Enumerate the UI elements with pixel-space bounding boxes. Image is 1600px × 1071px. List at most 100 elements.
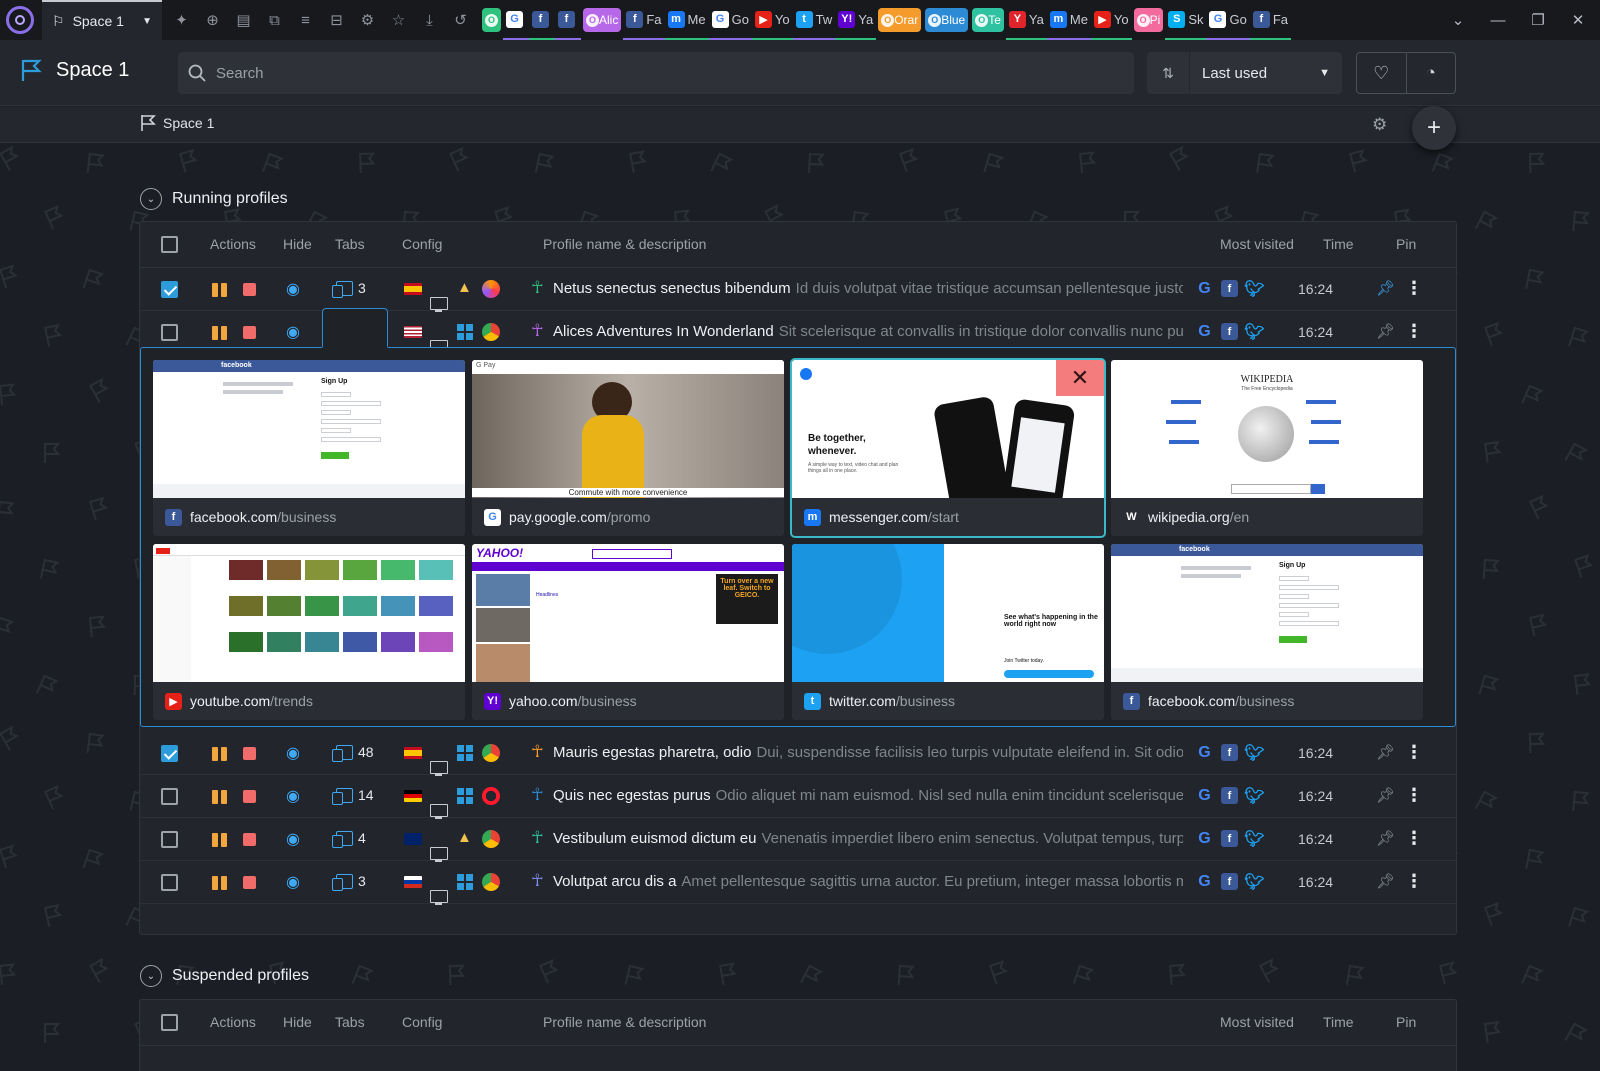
browser-tab-chip[interactable]: ▶ Yo — [1090, 0, 1132, 40]
database-icon[interactable]: ≡ — [290, 0, 321, 40]
tab-preview-card[interactable]: facebook Sign Up f facebook.com/business — [1111, 544, 1423, 720]
twitter-icon[interactable]: 🐦︎ — [1244, 280, 1264, 298]
stop-button[interactable] — [243, 790, 256, 803]
tab-preview-card[interactable]: YAHOO! Headlines Turn over a new leaf. Swi… — [472, 544, 784, 720]
facebook-icon[interactable]: f — [1221, 280, 1238, 297]
terminal-icon[interactable]: ▤ — [228, 0, 259, 40]
row-checkbox[interactable] — [161, 788, 178, 808]
suspended-profiles-header[interactable]: ⌄ Suspended profiles — [140, 965, 309, 987]
facebook-icon[interactable]: f — [1221, 830, 1238, 847]
add-profile-button[interactable]: + — [1412, 106, 1456, 150]
tab-overflow-chevron-icon[interactable]: ⌄ — [1438, 0, 1478, 40]
more-options-icon[interactable]: ⋮ — [1405, 871, 1423, 892]
space-settings-gear-icon[interactable]: ⚙ — [1372, 115, 1387, 135]
browser-tab-chip[interactable]: G — [503, 0, 529, 40]
tab-preview-card[interactable]: WIKIPEDIA The Free Encyclopedia Wwikipedia… — [1111, 360, 1423, 536]
browser-tab-chip[interactable]: m Me — [1046, 0, 1091, 40]
row-checkbox[interactable] — [161, 745, 178, 765]
browser-tab-chip[interactable]: S Sk — [1165, 0, 1207, 40]
browser-tab-chip[interactable]: Y! Ya — [835, 0, 877, 40]
tabs-count-button[interactable]: 48 — [332, 744, 374, 762]
eye-icon[interactable]: ◉ — [286, 829, 300, 849]
twitter-icon[interactable]: 🐦︎ — [1244, 323, 1264, 341]
sort-direction-button[interactable]: ⇅ — [1147, 52, 1189, 94]
profile-row[interactable]: ◉ 3 ☥ Volutpat arcu dis a Amet pellentesque … — [140, 861, 1456, 905]
twitter-icon[interactable]: 🐦︎ — [1244, 787, 1264, 805]
pause-button[interactable] — [212, 747, 228, 761]
profile-name[interactable]: Alices Adventures In Wonderland Sit scele… — [553, 323, 1183, 340]
google-icon[interactable]: G — [1196, 744, 1213, 761]
download-icon[interactable]: ⤓ — [414, 0, 445, 40]
pause-button[interactable] — [212, 283, 228, 297]
browser-tab-chip[interactable]: f — [555, 0, 581, 40]
facebook-icon[interactable]: f — [1221, 744, 1238, 761]
browser-tab-chip[interactable]: O — [482, 8, 501, 32]
add-profile-icon[interactable]: ⊕ — [197, 0, 228, 40]
stop-button[interactable] — [243, 747, 256, 760]
browser-tab-chip[interactable]: f — [529, 0, 555, 40]
eye-icon[interactable]: ◉ — [286, 872, 300, 892]
tab-preview-card[interactable]: See what's happening in the world right … — [792, 544, 1104, 720]
browser-tab-chip[interactable]: O Orar — [878, 8, 922, 32]
running-profiles-header[interactable]: ⌄ Running profiles — [140, 188, 288, 210]
row-checkbox[interactable] — [161, 324, 178, 344]
profile-name[interactable]: Mauris egestas pharetra, odio Dui, suspen… — [553, 744, 1183, 761]
profile-row[interactable]: ◉ 4 ▲ ☥ Vestibulum euismod dictum eu Venenati… — [140, 818, 1456, 862]
chevron-down-icon[interactable]: ⌄ — [140, 965, 162, 987]
book-icon[interactable]: ⊟ — [321, 0, 352, 40]
browser-tab-chip[interactable]: f Fa — [1249, 0, 1291, 40]
tab-preview-card[interactable]: Be together, whenever. A simple way to te… — [790, 358, 1106, 538]
tab-preview-card[interactable]: facebook Sign Up f facebook.com/business — [153, 360, 465, 536]
stop-button[interactable] — [243, 876, 256, 889]
stop-button[interactable] — [243, 833, 256, 846]
profile-name[interactable]: Vestibulum euismod dictum eu Venenatis im… — [553, 830, 1183, 847]
facebook-icon[interactable]: f — [1221, 873, 1238, 890]
tab-preview-card[interactable]: ▶ youtube.com/trends — [153, 544, 465, 720]
facebook-icon[interactable]: f — [1221, 323, 1238, 340]
stop-button[interactable] — [243, 283, 256, 296]
select-all-checkbox[interactable] — [161, 236, 178, 256]
sort-select[interactable]: Last used ▼ — [1190, 52, 1342, 94]
eye-icon[interactable]: ◉ — [286, 743, 300, 763]
browser-tab-chip[interactable]: O Blue — [925, 8, 969, 32]
eye-icon[interactable]: ◉ — [286, 786, 300, 806]
maximize-icon[interactable]: ❐ — [1518, 0, 1558, 40]
select-all-checkbox[interactable] — [161, 1014, 178, 1034]
google-icon[interactable]: G — [1196, 323, 1213, 340]
browser-tab-chip[interactable]: O Pi — [1133, 8, 1164, 32]
pin-icon[interactable]: 📌︎ — [1376, 786, 1395, 804]
space-selector[interactable]: ⚐ Space 1 ▼ — [42, 0, 162, 40]
twitter-icon[interactable]: 🐦︎ — [1244, 830, 1264, 848]
more-options-icon[interactable]: ⋮ — [1405, 828, 1423, 849]
eye-icon[interactable]: ◉ — [286, 279, 300, 299]
browser-tab-chip[interactable]: f Fa — [623, 0, 665, 40]
pin-icon[interactable]: 📌︎ — [1376, 279, 1395, 297]
browser-tab-chip[interactable]: ▶ Yo — [751, 0, 793, 40]
twitter-icon[interactable]: 🐦︎ — [1244, 744, 1264, 762]
pause-button[interactable] — [212, 876, 228, 890]
profile-name[interactable]: Volutpat arcu dis a Amet pellentesque sag… — [553, 873, 1183, 890]
browser-tab-chip[interactable]: O Alic — [583, 8, 622, 32]
favorites-heart-button[interactable]: ♡ — [1357, 53, 1406, 93]
wand-icon[interactable]: ✦ — [166, 0, 197, 40]
facebook-icon[interactable]: f — [1221, 787, 1238, 804]
pause-button[interactable] — [212, 790, 228, 804]
app-logo-icon[interactable] — [6, 6, 34, 34]
row-checkbox[interactable] — [161, 831, 178, 851]
proxy-icon[interactable]: ⧉ — [259, 0, 290, 40]
star-icon[interactable]: ☆ — [383, 0, 414, 40]
pin-icon[interactable]: 📌︎ — [1376, 743, 1395, 761]
more-options-icon[interactable]: ⋮ — [1405, 785, 1423, 806]
minimize-icon[interactable]: — — [1478, 0, 1518, 40]
row-checkbox[interactable] — [161, 281, 178, 301]
profile-name[interactable]: Quis nec egestas purus Odio aliquet mi na… — [553, 787, 1183, 804]
close-tab-button[interactable]: ✕ — [1056, 360, 1104, 396]
browser-tab-chip[interactable]: m Me — [664, 0, 709, 40]
stop-button[interactable] — [243, 326, 256, 339]
recent-timer-button[interactable]: ◔ — [1405, 53, 1456, 93]
google-icon[interactable]: G — [1196, 873, 1213, 890]
pause-button[interactable] — [212, 326, 228, 340]
search-box[interactable] — [178, 52, 1134, 94]
more-options-icon[interactable]: ⋮ — [1405, 321, 1423, 342]
google-icon[interactable]: G — [1196, 280, 1213, 297]
